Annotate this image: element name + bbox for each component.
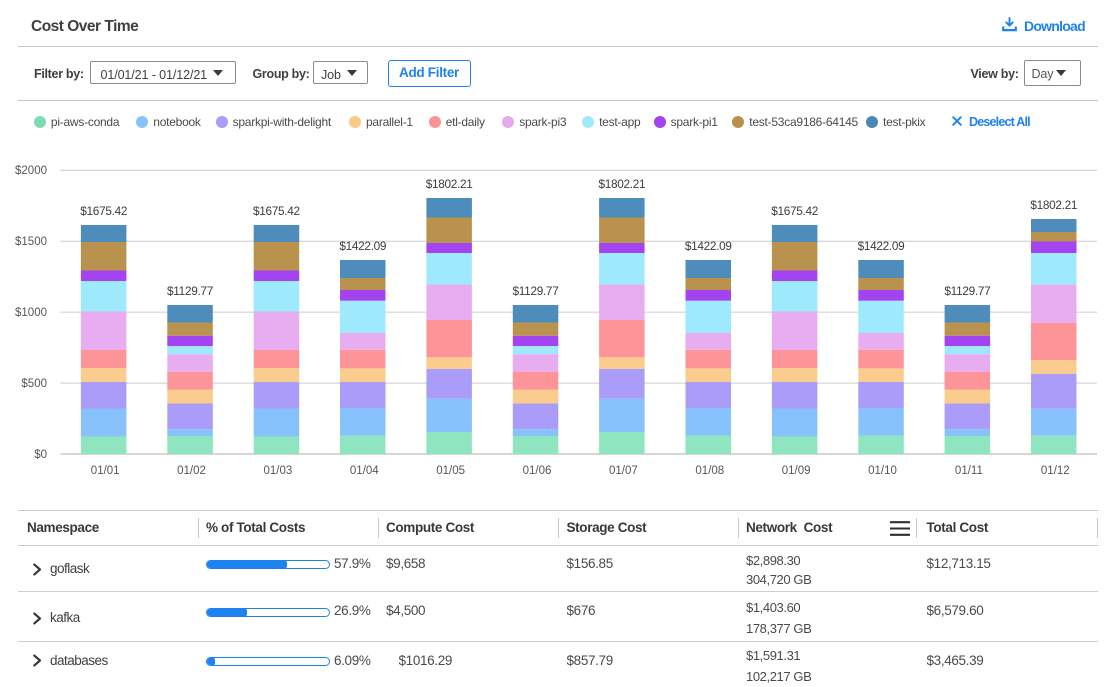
svg-text:01/03: 01/03 (264, 465, 293, 477)
svg-text:01/05: 01/05 (436, 465, 465, 477)
svg-text:$1000: $1000 (15, 307, 47, 319)
svg-text:$1422.09: $1422.09 (858, 239, 905, 253)
svg-text:$1129.77: $1129.77 (944, 284, 990, 298)
svg-text:$1500: $1500 (15, 236, 47, 248)
svg-text:$1422.09: $1422.09 (685, 239, 732, 253)
svg-text:$500: $500 (21, 378, 47, 390)
svg-text:$1802.21: $1802.21 (598, 177, 645, 191)
svg-text:$1675.42: $1675.42 (253, 204, 300, 218)
svg-text:$0: $0 (34, 449, 47, 461)
svg-text:01/10: 01/10 (868, 465, 897, 477)
svg-text:01/07: 01/07 (609, 465, 638, 477)
svg-text:01/12: 01/12 (1041, 465, 1070, 477)
svg-text:01/04: 01/04 (350, 465, 379, 477)
svg-text:01/01: 01/01 (91, 465, 120, 477)
svg-text:$1129.77: $1129.77 (167, 284, 213, 298)
svg-text:01/09: 01/09 (782, 465, 811, 477)
svg-text:$1422.09: $1422.09 (339, 239, 386, 253)
svg-text:01/02: 01/02 (177, 465, 206, 477)
svg-text:$1802.21: $1802.21 (1030, 198, 1077, 212)
svg-text:$1675.42: $1675.42 (80, 204, 127, 218)
svg-text:$1802.21: $1802.21 (426, 177, 473, 191)
svg-text:01/11: 01/11 (955, 465, 983, 477)
svg-text:$1675.42: $1675.42 (771, 204, 818, 218)
svg-text:$2000: $2000 (15, 165, 47, 177)
svg-text:01/08: 01/08 (695, 465, 724, 477)
svg-text:$1129.77: $1129.77 (513, 284, 559, 298)
svg-text:01/06: 01/06 (523, 465, 552, 477)
